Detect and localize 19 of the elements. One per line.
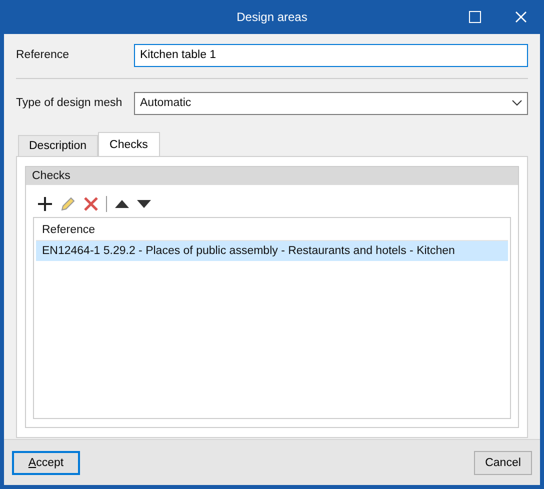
- tab[interactable]: Description: [18, 135, 98, 156]
- mesh-type-dropdown[interactable]: Automatic: [134, 92, 528, 114]
- field-label: Reference: [16, 49, 70, 61]
- pencil-icon[interactable]: [60, 196, 76, 212]
- list-row[interactable]: EN12464-1 5.29.2 - Places of public assembly - Restaurants and hotels - Kitchen: [36, 241, 508, 261]
- close-icon: [515, 11, 527, 23]
- reference-field[interactable]: Kitchen table 1: [134, 44, 528, 66]
- window-title: Design areas: [236, 10, 308, 24]
- move-up-icon[interactable]: [115, 200, 129, 208]
- add-icon[interactable]: [38, 197, 52, 211]
- chevron-down-icon: [512, 100, 522, 106]
- accept-button[interactable]: Accept: [12, 450, 80, 474]
- maximize-icon: [469, 11, 481, 23]
- move-down-icon[interactable]: [137, 200, 151, 208]
- tab[interactable]: Checks: [98, 132, 160, 156]
- cancel-button[interactable]: Cancel: [474, 450, 532, 474]
- field-label: Type of design mesh: [16, 97, 124, 109]
- delete-icon[interactable]: [84, 197, 98, 211]
- group-header: Checks: [26, 167, 518, 185]
